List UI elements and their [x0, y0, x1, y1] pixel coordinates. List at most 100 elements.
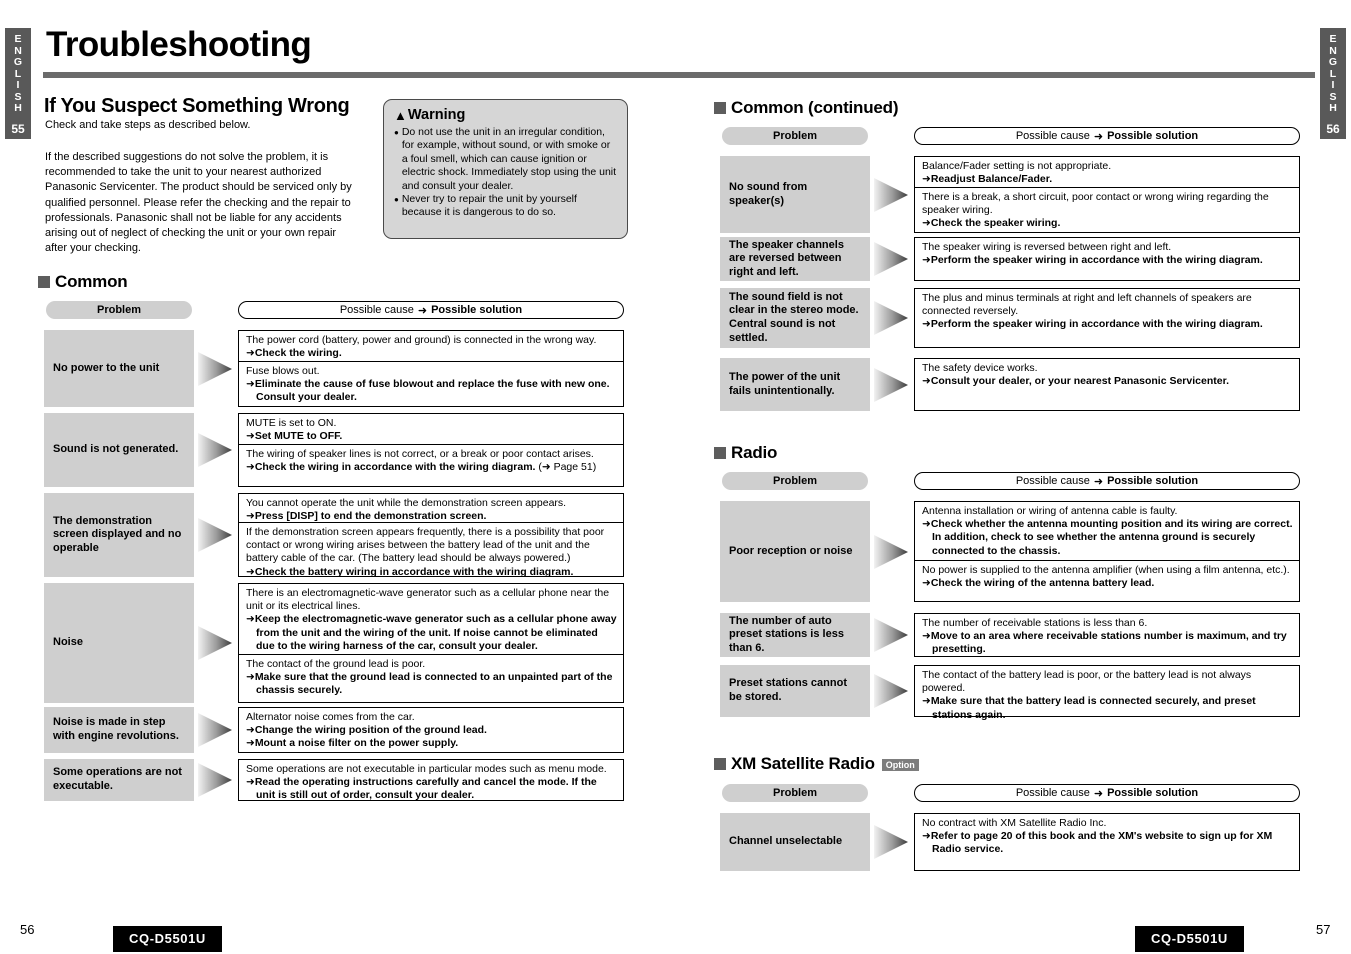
possible-cause-text: Balance/Fader setting is not appropriate…	[922, 160, 1112, 172]
solution-group: Antenna installation or wiring of antenn…	[914, 501, 1300, 602]
section-heading-common_continued: Common (continued)	[714, 98, 899, 118]
possible-solution-text: ➜Make sure that the ground lead is conne…	[246, 671, 613, 697]
possible-solution-text: ➜Check the wiring of the antenna battery…	[922, 577, 1155, 590]
solution-group: Alternator noise comes from the car. ➜Cha…	[238, 707, 624, 753]
problem-text: The power of the unit fails unintentiona…	[729, 370, 841, 397]
cause-label: Possible cause	[1015, 475, 1090, 487]
language-tab-right: E N G L I S H 56	[1320, 28, 1346, 139]
possible-cause-text: No contract with XM Satellite Radio Inc.	[922, 817, 1107, 829]
solution-cell: The speaker wiring is reversed between r…	[915, 238, 1299, 282]
possible-cause-text: Antenna installation or wiring of antenn…	[922, 505, 1178, 517]
possible-solution-text: ➜Readjust Balance/Fader.	[922, 173, 1053, 186]
lang-letter: E	[14, 33, 22, 45]
problem-cell: The speaker channels are reversed betwee…	[720, 237, 870, 281]
section-heading-label: Radio	[731, 443, 778, 462]
possible-cause-text: The power cord (battery, power and groun…	[246, 334, 597, 346]
problem-text: Noise is made in step with engine revolu…	[53, 716, 179, 742]
table-header-solution: Possible cause ➜ Possible solution	[914, 472, 1300, 490]
arrow-icon: ➜	[922, 173, 931, 186]
warning-box: ▲ Warning ● Do not use the unit in an ir…	[383, 99, 628, 239]
section-heading-radio: Radio	[714, 443, 777, 463]
possible-solution-text: ➜Perform the speaker wiring in accordanc…	[922, 318, 1263, 331]
page-title: Troubleshooting	[46, 25, 312, 64]
problem-cell: No sound from speaker(s)	[720, 156, 870, 233]
solution-group: The speaker wiring is reversed between r…	[914, 237, 1300, 281]
warning-title-row: ▲ Warning	[394, 107, 617, 124]
bullet-icon: ●	[394, 128, 399, 137]
section-bullet-icon	[714, 447, 726, 459]
solution-cell: Balance/Fader setting is not appropriate…	[915, 157, 1299, 187]
arrow-icon: ➜	[1093, 130, 1104, 143]
cause-label: Possible cause	[1015, 130, 1090, 142]
possible-solution-text: ➜Consult your dealer, or your nearest Pa…	[922, 375, 1230, 388]
solution-group: You cannot operate the unit while the de…	[238, 493, 624, 578]
possible-solution-text: ➜Check the speaker wiring.	[922, 217, 1061, 230]
solution-cell: The plus and minus terminals at right an…	[915, 289, 1299, 349]
possible-cause-text: Alternator noise comes from the car.	[246, 711, 415, 723]
problem-cell: No power to the unit	[44, 330, 194, 407]
solution-group: MUTE is set to ON. ➜Set MUTE to OFF. The w…	[238, 413, 624, 487]
arrow-icon: ➜	[246, 565, 255, 578]
solution-cell: No power is supplied to the antenna ampl…	[915, 560, 1299, 603]
arrow-icon: ➜	[246, 510, 255, 523]
solution-cell: The safety device works. ➜Consult your de…	[915, 359, 1299, 412]
cause-label: Possible cause	[339, 304, 414, 316]
problem-cell: The sound field is not clear in the ster…	[720, 288, 870, 348]
possible-cause-text: The plus and minus terminals at right an…	[922, 292, 1252, 318]
problem-text: Some operations are not executable.	[53, 766, 182, 792]
arrow-icon: ➜	[246, 430, 255, 443]
arrow-icon: ➜	[922, 695, 931, 708]
solution-group: The contact of the battery lead is poor,…	[914, 665, 1300, 721]
possible-solution-text: ➜Check whether the antenna mounting posi…	[922, 518, 1293, 557]
cause-label: Possible cause	[1015, 787, 1090, 799]
problem-text: Channel unselectable	[729, 835, 843, 848]
possible-solution-text: ➜Change the wiring position of the groun…	[246, 724, 487, 737]
arrow-icon: ➜	[922, 217, 931, 230]
solution-label: Possible solution	[431, 304, 523, 316]
table-header-solution: Possible cause ➜ Possible solution	[238, 301, 624, 319]
solution-group: The number of receivable stations is les…	[914, 613, 1300, 657]
arrow-icon: ➜	[1093, 475, 1104, 488]
problem-cell: Noise is made in step with engine revolu…	[44, 707, 194, 753]
problem-text: The sound field is not clear in the ster…	[729, 290, 859, 344]
table-header-problem: Problem	[722, 472, 868, 490]
arrow-icon: ➜	[246, 613, 255, 626]
possible-cause-text: There is a break, a short circuit, poor …	[922, 191, 1269, 217]
solution-label: Possible solution	[1107, 475, 1199, 487]
footer-model-right: CQ-D5501U	[1135, 926, 1244, 952]
warning-item-text: Never try to repair the unit by yourself…	[401, 193, 577, 219]
possible-solution-text: ➜Move to an area where receivable statio…	[922, 630, 1287, 656]
warning-item: ● Do not use the unit in an irregular co…	[394, 126, 617, 193]
problem-cell: The power of the unit fails unintentiona…	[720, 358, 870, 411]
warning-triangle-icon: ▲	[394, 108, 407, 123]
arrow-icon: ➜	[1093, 787, 1104, 800]
solution-group: The plus and minus terminals at right an…	[914, 288, 1300, 348]
problem-cell: Poor reception or noise	[720, 501, 870, 602]
section-heading-common: Common	[38, 272, 128, 292]
solution-cell: You cannot operate the unit while the de…	[239, 494, 623, 522]
possible-cause-text: There is an electromagnetic-wave generat…	[246, 587, 610, 613]
solution-cell: Fuse blows out. ➜Eliminate the cause of f…	[239, 361, 623, 408]
solution-group: The safety device works. ➜Consult your de…	[914, 358, 1300, 411]
arrow-icon: ➜	[246, 724, 255, 737]
language-tab-left: E N G L I S H 55	[5, 28, 31, 139]
arrow-icon: ➜	[246, 671, 255, 684]
title-divider	[43, 72, 1315, 78]
solution-cell: There is an electromagnetic-wave generat…	[239, 584, 623, 654]
possible-cause-text: The contact of the battery lead is poor,…	[922, 669, 1252, 695]
possible-solution-text: ➜Check the wiring in accordance with the…	[246, 461, 597, 474]
possible-solution-text: ➜Perform the speaker wiring in accordanc…	[922, 254, 1263, 267]
problem-text: No sound from speaker(s)	[729, 180, 808, 207]
lang-letter: E	[1329, 33, 1337, 45]
solution-group: No contract with XM Satellite Radio Inc.…	[914, 813, 1300, 871]
possible-cause-text: Some operations are not executable in pa…	[246, 763, 607, 775]
solution-cell: MUTE is set to ON. ➜Set MUTE to OFF.	[239, 414, 623, 444]
possible-cause-text: MUTE is set to ON.	[246, 417, 337, 429]
warning-title-label: Warning	[407, 107, 466, 123]
intro-heading: If You Suspect Something Wrong	[44, 95, 350, 117]
solution-cell: The contact of the battery lead is poor,…	[915, 666, 1299, 721]
arrow-icon: ➜	[246, 737, 255, 750]
arrow-icon: ➜	[417, 304, 428, 317]
solution-group: Some operations are not executable in pa…	[238, 759, 624, 801]
solution-cell: The power cord (battery, power and groun…	[239, 331, 623, 361]
